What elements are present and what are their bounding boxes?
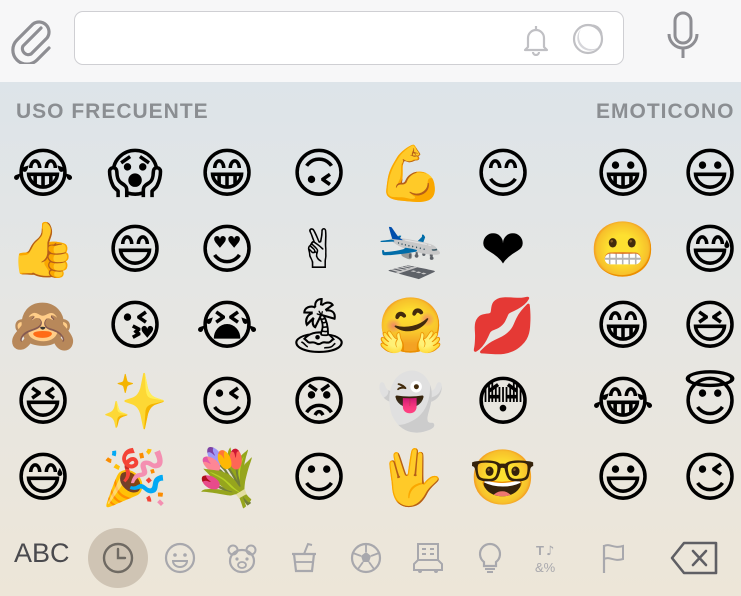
soccer-ball-icon[interactable] (348, 540, 384, 576)
microphone-icon[interactable] (664, 10, 702, 66)
emoji-key[interactable]: ☺ (283, 442, 355, 514)
bell-icon[interactable] (519, 22, 553, 56)
emoji-key[interactable]: 😁 (587, 290, 659, 362)
paperclip-icon[interactable] (8, 12, 54, 64)
emoji-key[interactable]: 😃 (679, 138, 741, 210)
emoji-key[interactable]: 🤗 (375, 290, 447, 362)
lightbulb-icon[interactable] (472, 540, 508, 576)
emoji-key[interactable]: 🙈 (7, 290, 79, 362)
clock-icon[interactable] (100, 540, 136, 576)
emoji-key[interactable]: 😊 (467, 138, 539, 210)
emoji-key[interactable]: 🏝 (283, 290, 355, 362)
emoji-key[interactable]: 😂 (7, 138, 79, 210)
svg-text:♪: ♪ (546, 544, 554, 559)
emoji-key[interactable]: 😇 (679, 366, 741, 438)
emoji-key[interactable]: 😱 (99, 138, 171, 210)
emoji-key[interactable]: ❤ (467, 214, 539, 286)
bear-icon[interactable] (224, 540, 260, 576)
emoji-key[interactable]: 😍 (191, 214, 263, 286)
emoji-key[interactable]: 😳 (467, 366, 539, 438)
message-bar (0, 0, 741, 82)
emoji-key[interactable]: 😁 (191, 138, 263, 210)
emoji-key[interactable]: ✌ (283, 214, 355, 286)
abc-button[interactable]: ABC (14, 538, 70, 569)
emoji-key[interactable]: 💪 (375, 138, 447, 210)
emoji-key[interactable]: ✨ (99, 366, 171, 438)
emoji-key[interactable]: 🛬 (375, 214, 447, 286)
moon-icon[interactable] (571, 22, 605, 56)
building-car-icon[interactable] (410, 540, 446, 576)
emoji-key[interactable]: 😭 (191, 290, 263, 362)
emoji-key[interactable]: 😆 (7, 366, 79, 438)
emoji-key[interactable]: 👍 (7, 214, 79, 286)
emoji-key[interactable]: 😘 (99, 290, 171, 362)
section-title-emoticons: EMOTICONO (596, 100, 735, 123)
svg-text:&%: &% (535, 560, 556, 575)
emoji-key[interactable]: 🎉 (99, 442, 171, 514)
emoji-key[interactable]: 😅 (679, 214, 741, 286)
section-title-frequent: USO FRECUENTE (16, 100, 209, 123)
emoji-key[interactable]: 😄 (99, 214, 171, 286)
food-icon[interactable] (286, 540, 322, 576)
message-input-box[interactable] (74, 11, 624, 65)
emoji-key[interactable]: 💐 (191, 442, 263, 514)
flag-icon[interactable] (596, 540, 632, 576)
symbols-icon[interactable]: T ♪ &% (534, 540, 570, 576)
emoji-key[interactable]: 👻 (375, 366, 447, 438)
emoji-key[interactable]: 🤓 (467, 442, 539, 514)
emoji-key[interactable]: 😉 (679, 442, 741, 514)
smiley-icon[interactable] (162, 540, 198, 576)
delete-key-icon[interactable] (670, 540, 720, 576)
emoji-key[interactable]: 🙃 (283, 138, 355, 210)
emoji-key[interactable]: 😃 (587, 442, 659, 514)
emoji-key[interactable]: 😆 (679, 290, 741, 362)
emoji-key[interactable]: 🖖 (375, 442, 447, 514)
emoji-key[interactable]: 😉 (191, 366, 263, 438)
emoji-key[interactable]: 💋 (467, 290, 539, 362)
emoji-key[interactable]: 😅 (7, 442, 79, 514)
svg-text:T: T (536, 543, 544, 558)
emoji-key[interactable]: 😡 (283, 366, 355, 438)
emoji-key[interactable]: 😬 (587, 214, 659, 286)
emoji-key[interactable]: 😂 (587, 366, 659, 438)
message-input[interactable] (87, 22, 511, 56)
emoji-key[interactable]: 😀 (587, 138, 659, 210)
